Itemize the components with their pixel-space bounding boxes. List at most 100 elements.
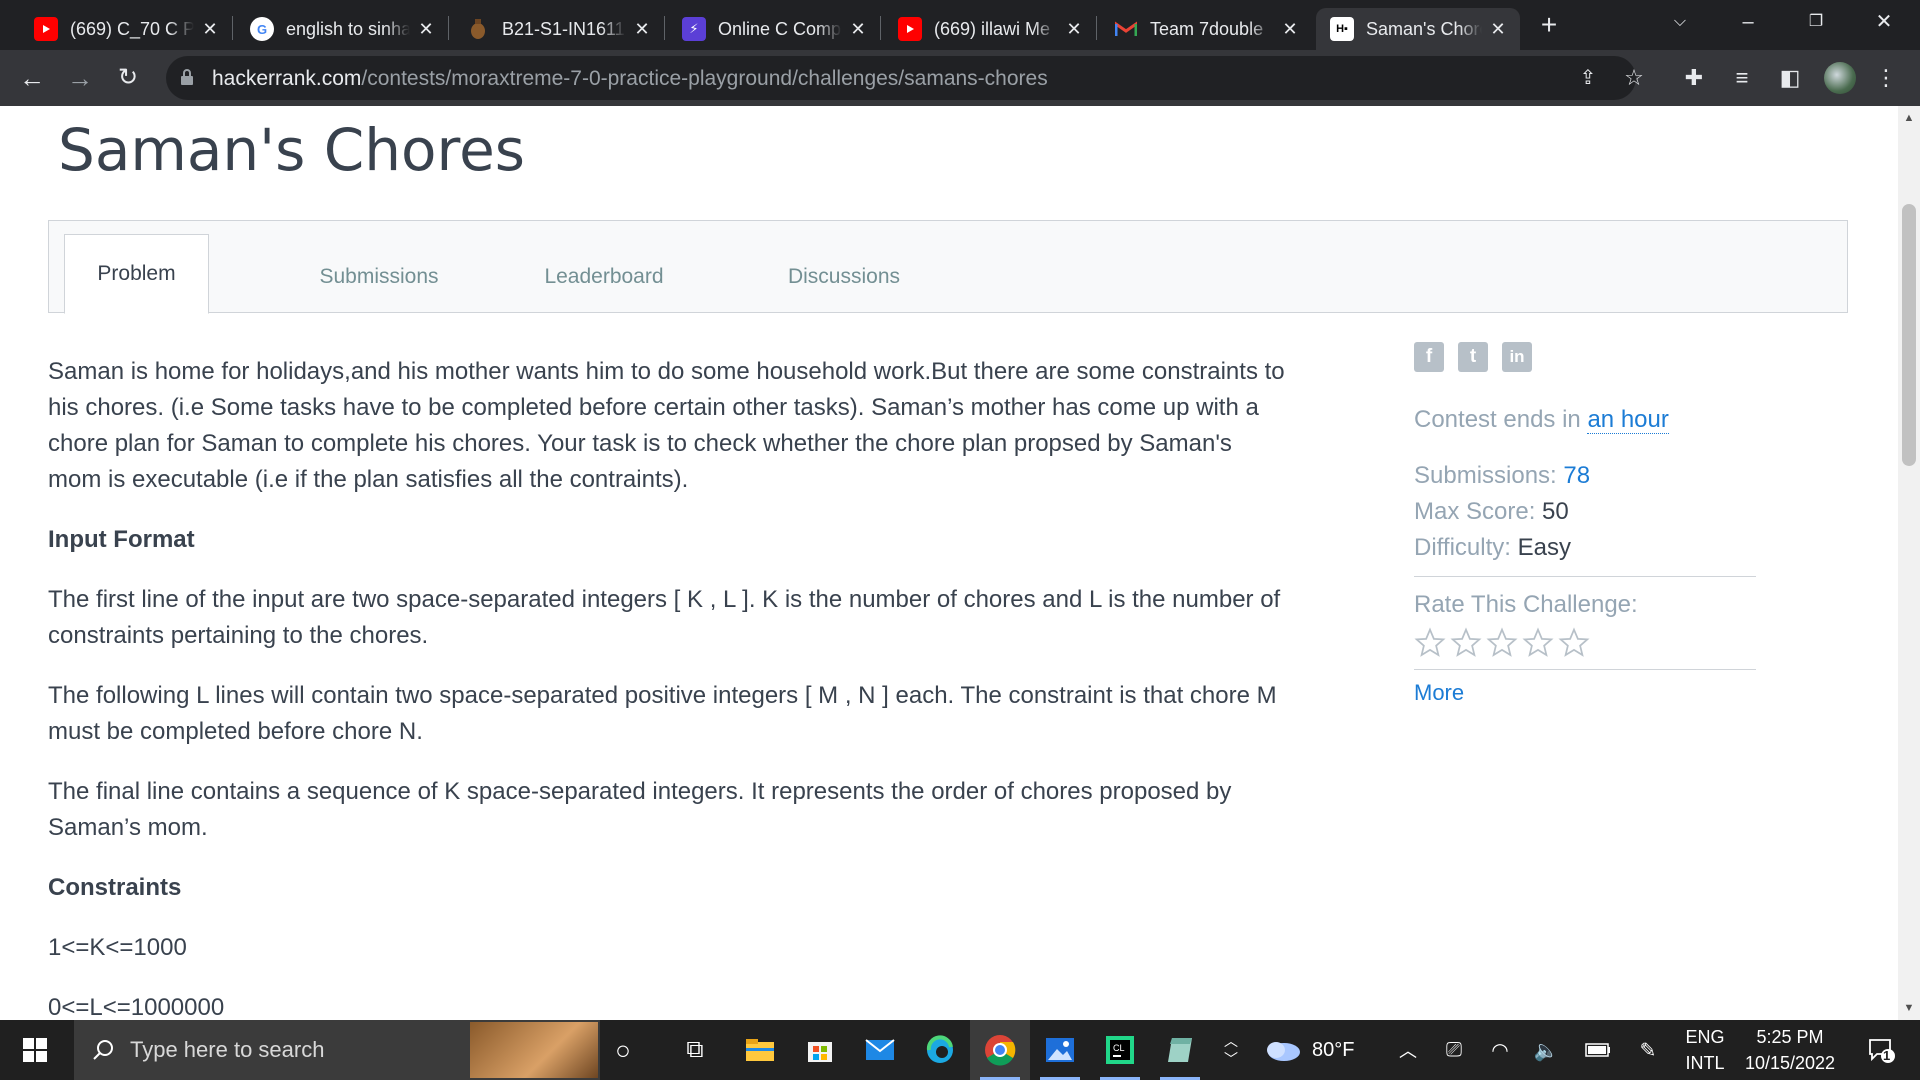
microsoft-store-icon[interactable] — [790, 1020, 850, 1080]
challenge-tabs: Problem Submissions Leaderboard Discussi… — [48, 220, 1848, 314]
file-explorer-icon[interactable] — [730, 1020, 790, 1080]
taskbar-search-box[interactable]: Type here to search — [74, 1020, 600, 1080]
browser-tab-active[interactable]: H▪ Saman's Chore ✕ — [1316, 8, 1520, 50]
browser-tab[interactable]: ⚡ Online C Comp ✕ — [668, 8, 880, 50]
facebook-icon[interactable]: f — [1414, 342, 1444, 372]
youtube-icon — [898, 17, 922, 41]
rate-label: Rate This Challenge: — [1414, 591, 1638, 618]
address-bar[interactable]: hackerrank.com/contests/moraxtreme-7-0-p… — [166, 56, 1644, 100]
browser-tab[interactable]: (669) illawi Me ✕ — [884, 8, 1096, 50]
submissions-stat: Submissions: 78 — [1414, 462, 1591, 489]
weather-widget[interactable]: 80°F — [1262, 1020, 1354, 1080]
constraint-line: 0<=L<=1000000 — [48, 994, 225, 1020]
contest-ends-link[interactable]: an hour — [1587, 406, 1669, 434]
windows-start-icon[interactable] — [0, 1020, 70, 1080]
system-clock[interactable]: 5:25 PM 10/15/2022 — [1730, 1024, 1850, 1076]
cortana-icon[interactable]: ○ — [600, 1020, 646, 1080]
pen-icon[interactable]: ✎ — [1630, 1020, 1666, 1080]
browser-tab[interactable]: G english to sinha ✕ — [236, 8, 448, 50]
clion-icon[interactable]: CL — [1090, 1020, 1150, 1080]
difficulty-stat: Difficulty: Easy — [1414, 534, 1571, 561]
page-title: Saman's Chores — [58, 116, 525, 184]
hidden-icons-chevron-icon[interactable]: ︿ — [1390, 1020, 1426, 1080]
minimize-button[interactable]: – — [1720, 0, 1776, 44]
problem-intro: Saman is home for holidays,and his mothe… — [48, 358, 1285, 493]
chrome-icon[interactable] — [970, 1020, 1030, 1080]
device-icon[interactable]: ⎚ — [1436, 1020, 1472, 1080]
bookmark-star-icon[interactable]: ☆ — [1616, 60, 1652, 96]
submissions-count-link[interactable]: 78 — [1563, 462, 1590, 489]
scrollbar-thumb[interactable] — [1902, 204, 1916, 466]
share-icon[interactable]: ⇪ — [1570, 60, 1606, 96]
notification-center-icon[interactable]: 1 — [1856, 1020, 1906, 1080]
battery-icon[interactable] — [1578, 1020, 1618, 1080]
constraint-line: 1<=K<=1000 — [48, 934, 187, 961]
lock-icon — [181, 69, 193, 85]
browser-tab[interactable]: (669) C_70 C Pr ✕ — [20, 8, 232, 50]
extensions-icon[interactable]: ✚ — [1676, 60, 1712, 96]
tab-submissions[interactable]: Submissions — [289, 241, 469, 313]
input-format-paragraph: The following L lines will contain two s… — [48, 682, 1277, 745]
tab-leaderboard[interactable]: Leaderboard — [499, 241, 709, 313]
mail-icon[interactable] — [850, 1020, 910, 1080]
tab-problem[interactable]: Problem — [64, 234, 209, 314]
taskbar-scroll-icon[interactable]: ︿ ﹀ — [1216, 1020, 1246, 1080]
new-tab-button[interactable]: + — [1534, 10, 1564, 40]
browser-menu-icon[interactable]: ⋮ — [1868, 60, 1904, 96]
close-tab-icon[interactable]: ✕ — [1064, 19, 1084, 40]
browser-tab[interactable]: Team 7double ✕ — [1100, 8, 1312, 50]
contest-ends: Contest ends in an hour — [1414, 406, 1669, 434]
vertical-scrollbar[interactable]: ▲ ▼ — [1898, 106, 1920, 1020]
tab-separator — [232, 16, 233, 40]
star-icon[interactable] — [1414, 627, 1446, 659]
input-language[interactable]: ENG INTL — [1680, 1024, 1730, 1076]
close-tab-icon[interactable]: ✕ — [632, 19, 652, 40]
star-icon[interactable] — [1558, 627, 1590, 659]
notepad-icon[interactable] — [1150, 1020, 1210, 1080]
vase-icon — [466, 17, 490, 41]
tab-separator — [448, 16, 449, 40]
close-tab-icon[interactable]: ✕ — [200, 19, 220, 40]
windows-taskbar: Type here to search ○ ⧉ CL ︿ ﹀ 80°F ︿ ⎚ ◠… — [0, 1020, 1920, 1080]
star-icon[interactable] — [1486, 627, 1518, 659]
restore-button[interactable]: ❐ — [1788, 0, 1844, 44]
task-view-icon[interactable]: ⧉ — [660, 1020, 730, 1080]
back-button[interactable]: ← — [14, 60, 50, 96]
profile-avatar[interactable] — [1824, 62, 1856, 94]
close-tab-icon[interactable]: ✕ — [1280, 19, 1300, 40]
tab-search-icon[interactable]: ⌵ — [1652, 0, 1708, 44]
max-score-stat: Max Score: 50 — [1414, 498, 1569, 525]
scroll-down-icon[interactable]: ▼ — [1903, 1002, 1915, 1014]
star-icon[interactable] — [1450, 627, 1482, 659]
side-panel-icon[interactable]: ◧ — [1772, 60, 1808, 96]
close-tab-icon[interactable]: ✕ — [1488, 19, 1508, 40]
star-icon[interactable] — [1522, 627, 1554, 659]
reload-button[interactable]: ↻ — [110, 60, 146, 96]
tab-separator — [664, 16, 665, 40]
scroll-up-icon[interactable]: ▲ — [1903, 112, 1915, 124]
notification-count: 1 — [1883, 1048, 1891, 1063]
browser-tab[interactable]: B21-S1-IN1611 ✕ — [452, 8, 664, 50]
volume-icon[interactable]: 🔈 — [1528, 1020, 1564, 1080]
close-window-button[interactable]: ✕ — [1856, 0, 1912, 44]
close-tab-icon[interactable]: ✕ — [848, 19, 868, 40]
url-text: hackerrank.com/contests/moraxtreme-7-0-p… — [212, 67, 1048, 90]
forward-button[interactable]: → — [62, 60, 98, 96]
browser-tab-strip: (669) C_70 C Pr ✕ G english to sinha ✕ B… — [0, 0, 1920, 50]
close-tab-icon[interactable]: ✕ — [416, 19, 436, 40]
search-highlight-image[interactable] — [470, 1022, 598, 1078]
google-icon: G — [250, 17, 274, 41]
svg-text:CL: CL — [1113, 1043, 1125, 1053]
photos-icon[interactable] — [1030, 1020, 1090, 1080]
gmail-icon — [1114, 17, 1138, 41]
wifi-icon[interactable]: ◠ — [1482, 1020, 1518, 1080]
edge-icon[interactable] — [910, 1020, 970, 1080]
tab-discussions[interactable]: Discussions — [739, 241, 949, 313]
linkedin-icon[interactable]: in — [1502, 342, 1532, 372]
twitter-icon[interactable]: t — [1458, 342, 1488, 372]
divider — [1414, 669, 1756, 670]
input-format-heading: Input Format — [48, 526, 195, 553]
reading-list-icon[interactable]: ≡ — [1724, 60, 1760, 96]
more-link[interactable]: More — [1414, 680, 1756, 706]
tab-separator — [1096, 16, 1097, 40]
